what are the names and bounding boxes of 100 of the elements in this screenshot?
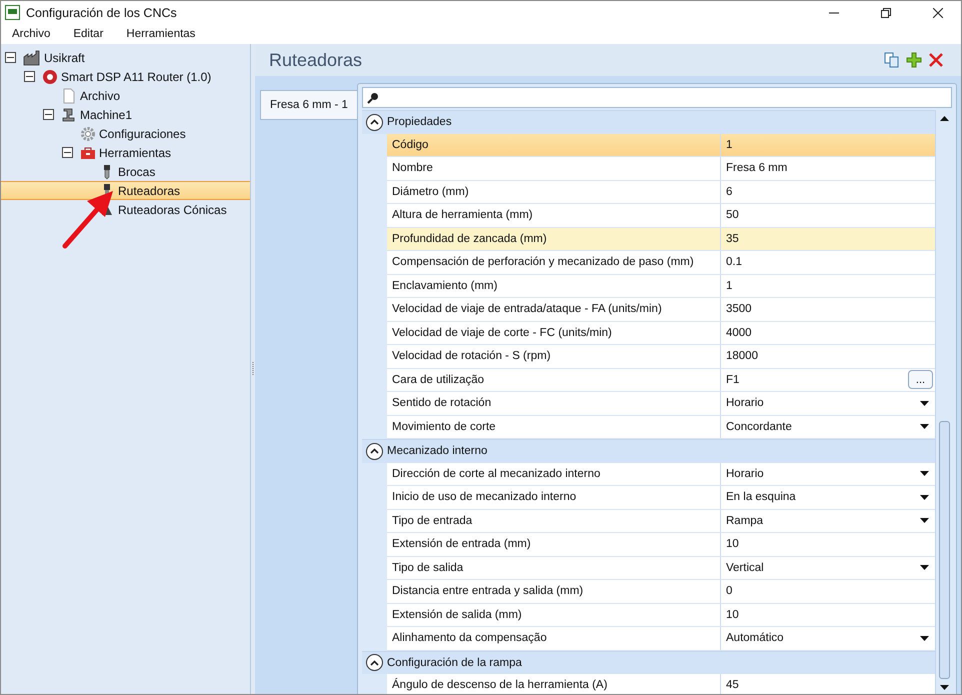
property-value[interactable]: Rampa: [721, 510, 935, 532]
close-icon[interactable]: [933, 8, 943, 18]
section-title: Configuración de la rampa: [387, 656, 522, 669]
property-value[interactable]: F1 ...: [721, 368, 935, 391]
property-name: Ángulo de descenso de la herramienta (A): [387, 674, 721, 694]
machine-icon: [61, 106, 77, 122]
dropdown-arrow-icon[interactable]: [920, 518, 929, 524]
property-value[interactable]: 6: [721, 180, 935, 203]
property-name: Cara de utilização: [387, 368, 721, 391]
dropdown-arrow-icon[interactable]: [920, 400, 929, 406]
property-row[interactable]: Tipo de entrada Rampa: [387, 510, 935, 533]
collapse-icon[interactable]: [366, 114, 383, 131]
tree-item[interactable]: Ruteadoras: [1, 181, 250, 200]
menu-item[interactable]: Editar: [62, 28, 116, 40]
property-name: Alinhamento da compensação: [387, 627, 721, 650]
property-value[interactable]: 45: [721, 674, 935, 694]
property-value[interactable]: 1: [721, 274, 935, 297]
property-value[interactable]: 4000: [721, 322, 935, 344]
collapse-icon[interactable]: [366, 442, 383, 460]
restore-icon[interactable]: [881, 8, 891, 18]
tree-item[interactable]: Brocas: [1, 162, 250, 181]
dropdown-arrow-icon[interactable]: [920, 494, 929, 500]
menu-item[interactable]: Herramientas: [115, 28, 208, 40]
property-name: Velocidad de viaje de entrada/ataque - FA (units/min): [387, 298, 721, 320]
dropdown-arrow-icon[interactable]: [920, 636, 929, 641]
property-row[interactable]: Compensación de perforación y mecanizado de paso (mm) 0.1: [387, 251, 935, 274]
property-name: Compensación de perforación y mecanizado de paso (mm): [387, 251, 721, 274]
property-row[interactable]: Nombre Fresa 6 mm: [387, 157, 935, 180]
window-title: Configuración de los CNCs: [26, 6, 178, 20]
property-value[interactable]: Horario: [721, 462, 935, 485]
property-row[interactable]: Velocidad de rotación - S (rpm) 18000: [387, 345, 935, 368]
property-row[interactable]: Movimiento de corte Concordante: [387, 416, 935, 439]
property-row[interactable]: Ángulo de descenso de la herramienta (A) 45: [387, 674, 935, 694]
property-row[interactable]: Cara de utilização F1 ...: [387, 368, 935, 392]
document-icon: [61, 88, 77, 104]
property-value[interactable]: 10: [721, 533, 935, 556]
property-value[interactable]: 0: [721, 580, 935, 602]
tool-tab[interactable]: Fresa 6 mm - 1: [260, 90, 357, 120]
collapse-icon[interactable]: [62, 147, 73, 158]
dropdown-arrow-icon[interactable]: [920, 471, 929, 476]
property-row[interactable]: Dirección de corte al mecanizado interno Horario: [387, 462, 935, 486]
property-row[interactable]: Velocidad de viaje de corte - FC (units/min) 4000: [387, 322, 935, 345]
property-row[interactable]: Código 1: [387, 134, 935, 157]
property-value[interactable]: 3500: [721, 298, 935, 320]
tree-item[interactable]: Archivo: [1, 86, 250, 105]
property-value[interactable]: En la esquina: [721, 486, 935, 508]
search-field[interactable]: [362, 87, 952, 108]
dropdown-arrow-icon[interactable]: [920, 565, 929, 570]
property-row[interactable]: Sentido de rotación Horario: [387, 392, 935, 416]
property-value[interactable]: Horario: [721, 392, 935, 414]
panel-title: Ruteadoras: [269, 50, 364, 70]
property-name: Profundidad de zancada (mm): [387, 228, 721, 250]
property-row[interactable]: Velocidad de viaje de entrada/ataque - FA (units/min) 3500: [387, 298, 935, 322]
property-value[interactable]: Automático: [721, 627, 935, 650]
property-row[interactable]: Tipo de salida Vertical: [387, 556, 935, 580]
property-row[interactable]: Enclavamiento (mm) 1: [387, 274, 935, 298]
property-row[interactable]: Extensión de entrada (mm) 10: [387, 533, 935, 556]
property-value[interactable]: Vertical: [721, 556, 935, 579]
section-title: Mecanizado interno: [387, 445, 488, 458]
property-value[interactable]: Concordante: [721, 416, 935, 438]
property-value[interactable]: Fresa 6 mm: [721, 157, 935, 180]
toolbox-icon: [80, 144, 96, 160]
collapse-icon[interactable]: [366, 654, 383, 672]
tree-item[interactable]: Machine1: [1, 105, 250, 124]
property-name: Nombre: [387, 157, 721, 180]
collapse-icon[interactable]: [24, 71, 35, 82]
property-name: Velocidad de rotación - S (rpm): [387, 345, 721, 368]
browse-button[interactable]: ...: [908, 370, 933, 390]
property-row[interactable]: Profundidad de zancada (mm) 35: [387, 228, 935, 251]
property-name: Movimiento de corte: [387, 416, 721, 438]
app-logo-icon: [5, 5, 20, 20]
property-value[interactable]: 10: [721, 604, 935, 626]
property-name: Inicio de uso de mecanizado interno: [387, 486, 721, 508]
tree-item[interactable]: Usikraft: [1, 48, 250, 67]
search-icon: [367, 92, 379, 104]
tree-item[interactable]: Configuraciones: [1, 124, 250, 143]
property-value[interactable]: 18000: [721, 345, 935, 368]
property-row[interactable]: Extensión de salida (mm) 10: [387, 604, 935, 627]
property-value[interactable]: 0.1: [721, 251, 935, 274]
tree-item[interactable]: Smart DSP A11 Router (1.0): [1, 67, 250, 86]
collapse-icon[interactable]: [43, 109, 54, 120]
dropdown-arrow-icon[interactable]: [920, 424, 929, 430]
property-row[interactable]: Distancia entre entrada y salida (mm) 0: [387, 580, 935, 604]
scrollbar-thumb[interactable]: [938, 421, 950, 679]
property-value[interactable]: 35: [721, 228, 935, 250]
property-name: Altura de herramienta (mm): [387, 204, 721, 226]
property-name: Tipo de salida: [387, 556, 721, 579]
property-row[interactable]: Altura de herramienta (mm) 50: [387, 204, 935, 228]
property-name: Diámetro (mm): [387, 180, 721, 203]
property-value[interactable]: 1: [721, 134, 935, 156]
tree-item[interactable]: Herramientas: [1, 143, 250, 162]
property-row[interactable]: Alinhamento da compensação Automático: [387, 627, 935, 650]
menu-item[interactable]: Archivo: [1, 28, 62, 40]
property-row[interactable]: Diámetro (mm) 6: [387, 180, 935, 204]
scroll-down-icon[interactable]: [940, 685, 948, 690]
collapse-icon[interactable]: [5, 52, 16, 63]
property-row[interactable]: Inicio de uso de mecanizado interno En la esquina: [387, 486, 935, 510]
round-logo-icon: [42, 68, 58, 84]
scroll-up-icon[interactable]: [940, 116, 948, 121]
property-value[interactable]: 50: [721, 204, 935, 226]
